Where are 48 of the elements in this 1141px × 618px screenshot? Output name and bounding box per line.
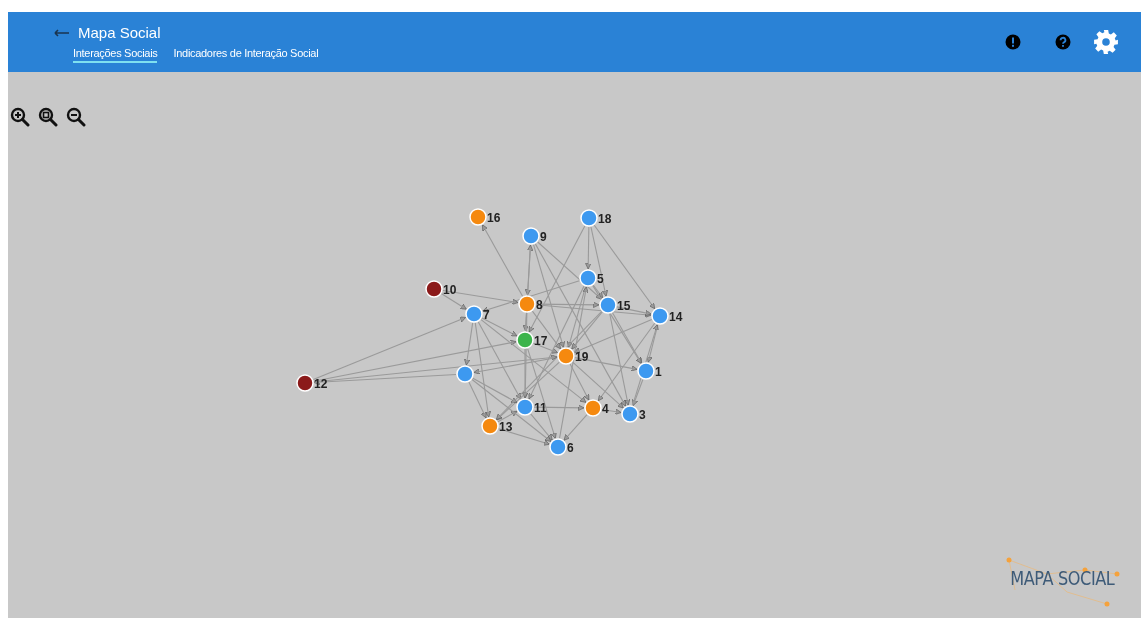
- help-icon[interactable]: [1055, 34, 1071, 50]
- back-icon[interactable]: [54, 28, 70, 37]
- tab[interactable]: Interações Sociais: [73, 47, 158, 63]
- zoom-in-icon[interactable]: [10, 107, 30, 127]
- graph-node[interactable]: [522, 227, 540, 245]
- node-label: 12: [314, 377, 328, 391]
- graph-node[interactable]: [516, 398, 534, 416]
- graph-node[interactable]: [599, 296, 617, 314]
- settings-icon[interactable]: [1093, 29, 1119, 55]
- node-label: 8: [536, 298, 543, 312]
- graph-node[interactable]: [651, 307, 669, 325]
- node-label: 10: [443, 283, 457, 297]
- node-label: 11: [534, 401, 547, 415]
- graph-node[interactable]: [456, 365, 474, 383]
- graph-node[interactable]: [296, 374, 314, 392]
- graph-node[interactable]: [469, 208, 487, 226]
- logo-text: MAPA SOCIAL: [1009, 567, 1115, 589]
- graph-node[interactable]: [425, 280, 443, 298]
- tab[interactable]: Indicadores de Interação Social: [173, 47, 319, 63]
- graph-node[interactable]: [584, 399, 602, 417]
- node-label: 18: [598, 212, 612, 226]
- graph-node[interactable]: [580, 209, 598, 227]
- node-label: 3: [639, 408, 646, 422]
- graph-node[interactable]: [621, 405, 639, 423]
- node-label: 6: [567, 441, 574, 455]
- node-label: 14: [669, 310, 683, 324]
- zoom-out-icon[interactable]: [66, 107, 86, 127]
- node-label: 9: [540, 230, 547, 244]
- node-label: 15: [617, 299, 631, 313]
- graph-node[interactable]: [465, 305, 483, 323]
- zoom-reset-icon[interactable]: [38, 107, 58, 127]
- alert-icon[interactable]: [1005, 34, 1021, 50]
- node-label: 5: [597, 272, 604, 286]
- graph-node[interactable]: [579, 269, 597, 287]
- node-label: 17: [534, 334, 548, 348]
- app-title: Mapa Social: [78, 24, 161, 41]
- node-label: 19: [575, 350, 589, 364]
- node-label: 7: [483, 308, 490, 322]
- node-label: 4: [602, 402, 609, 416]
- node-label: 13: [499, 420, 513, 434]
- graph-node[interactable]: [516, 331, 534, 349]
- graph-node[interactable]: [557, 347, 575, 365]
- node-label: 1: [655, 365, 662, 379]
- graph-node[interactable]: [481, 417, 499, 435]
- graph-node[interactable]: [637, 362, 655, 380]
- graph-node[interactable]: [518, 295, 536, 313]
- node-label: 16: [487, 211, 501, 225]
- graph-node[interactable]: [549, 438, 567, 456]
